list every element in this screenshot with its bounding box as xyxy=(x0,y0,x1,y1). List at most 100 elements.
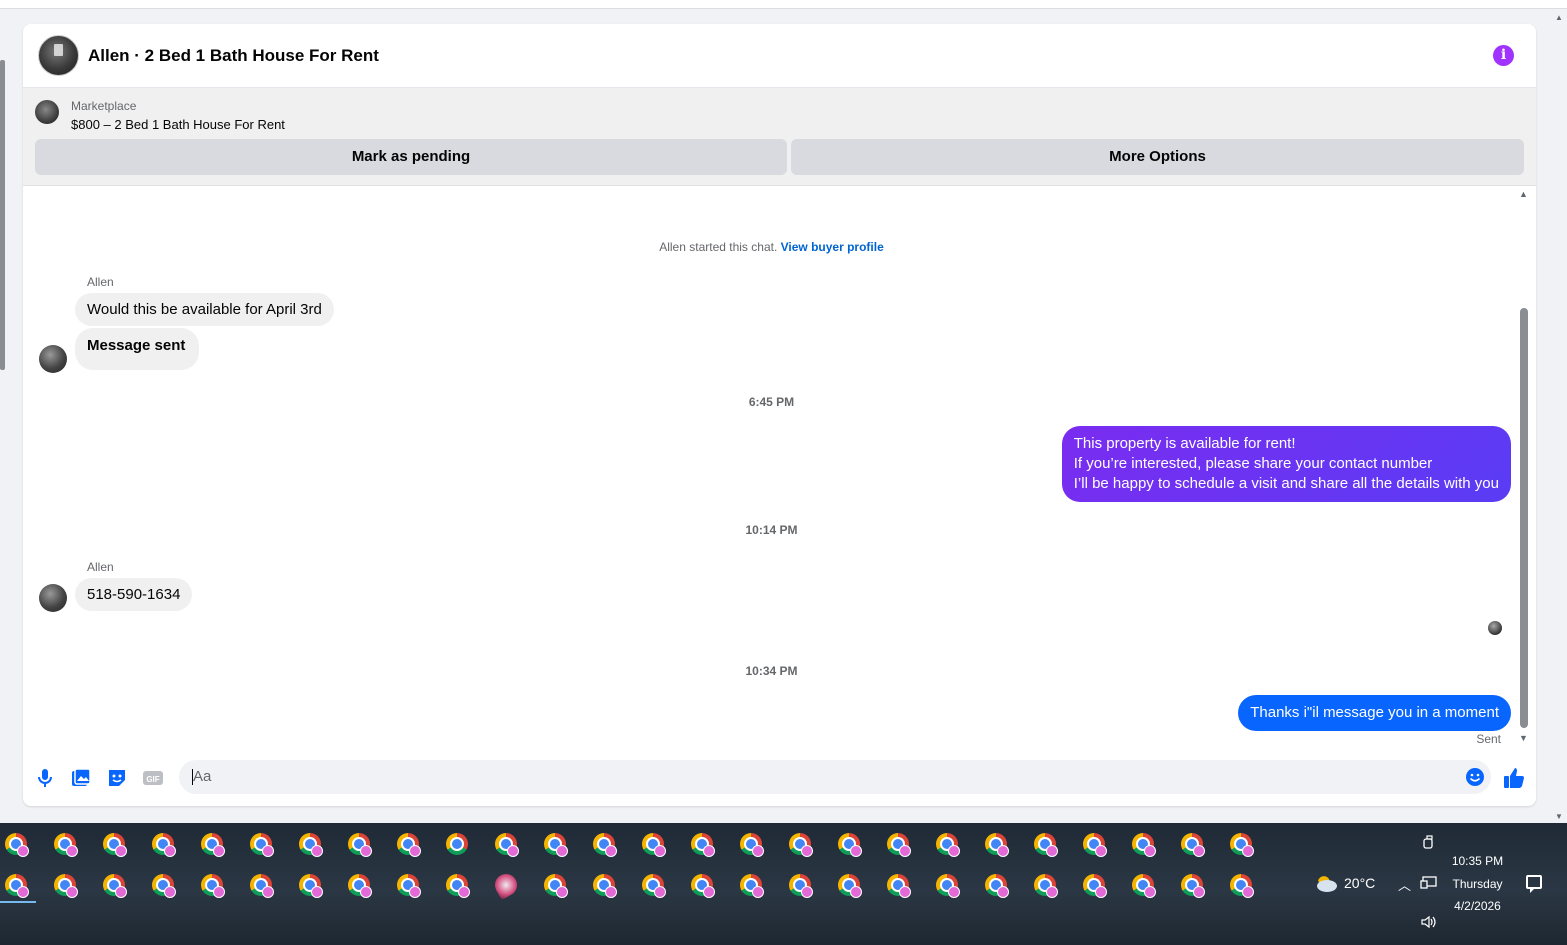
thread-scroll-up-icon[interactable]: ▲ xyxy=(1519,189,1528,199)
chrome-profile-icon[interactable] xyxy=(838,833,862,857)
incoming-message[interactable]: Message sent xyxy=(75,328,200,370)
chrome-profile-icon[interactable] xyxy=(5,874,29,898)
message-timestamp: 6:45 PM xyxy=(748,395,795,409)
chrome-profile-icon[interactable] xyxy=(544,833,568,857)
show-hidden-icons-icon[interactable]: ︿ xyxy=(1398,875,1411,894)
chrome-profile-icon[interactable] xyxy=(691,874,715,898)
sender-name: Allen xyxy=(87,275,114,289)
clock-date[interactable]: 4/2/2026 xyxy=(1440,899,1515,913)
chrome-profile-icon[interactable] xyxy=(348,874,372,898)
incoming-message[interactable]: Would this be available for April 3rd xyxy=(75,293,334,326)
message-input[interactable]: Aa xyxy=(179,760,1491,794)
thread-scrollbar[interactable]: ▲ ▼ xyxy=(1518,187,1530,747)
chrome-profile-icon[interactable] xyxy=(446,833,468,855)
conversation-title[interactable]: Allen · 2 Bed 1 Bath House For Rent xyxy=(88,46,379,66)
network-icon[interactable] xyxy=(1420,876,1438,890)
chrome-profile-icon[interactable] xyxy=(397,833,421,857)
app-icon[interactable] xyxy=(490,869,522,901)
chrome-profile-icon[interactable] xyxy=(642,874,666,898)
chrome-profile-icon[interactable] xyxy=(985,874,1009,898)
weather-temperature[interactable]: 20°C xyxy=(1344,875,1375,891)
chrome-profile-icon[interactable] xyxy=(1083,874,1107,898)
chrome-profile-icon[interactable] xyxy=(1181,874,1205,898)
chrome-profile-icon[interactable] xyxy=(887,874,911,898)
volume-icon[interactable] xyxy=(1420,914,1438,930)
photo-icon[interactable] xyxy=(70,767,92,789)
clock-day[interactable]: Thursday xyxy=(1440,877,1515,891)
message-input-placeholder: Aa xyxy=(193,768,212,785)
thumbs-up-icon[interactable] xyxy=(1502,766,1526,790)
listing-thumbnail[interactable] xyxy=(35,100,59,124)
chrome-profile-icon[interactable] xyxy=(1034,833,1058,857)
outgoing-message[interactable]: Thanks i"il message you in a moment xyxy=(1238,695,1511,731)
chrome-profile-icon[interactable] xyxy=(544,874,568,898)
chrome-profile-icon[interactable] xyxy=(985,833,1009,857)
chrome-profile-icon[interactable] xyxy=(201,833,225,857)
left-scrollbar-thumb[interactable] xyxy=(0,60,5,370)
chrome-profile-icon[interactable] xyxy=(789,874,813,898)
microphone-icon[interactable] xyxy=(34,767,56,789)
scroll-up-arrow-icon[interactable]: ▲ xyxy=(1555,13,1563,22)
chrome-profile-icon[interactable] xyxy=(54,874,78,898)
chrome-profile-icon[interactable] xyxy=(740,833,764,857)
listing-title[interactable]: $800 – 2 Bed 1 Bath House For Rent xyxy=(71,117,285,132)
chrome-profile-icon[interactable] xyxy=(740,874,764,898)
clock-time[interactable]: 10:35 PM xyxy=(1440,854,1515,868)
chrome-profile-icon[interactable] xyxy=(1230,833,1254,857)
chrome-profile-icon[interactable] xyxy=(1132,874,1156,898)
sender-avatar[interactable] xyxy=(39,345,67,373)
sticker-icon[interactable] xyxy=(106,767,128,789)
sender-avatar[interactable] xyxy=(39,584,67,612)
chrome-profile-icon[interactable] xyxy=(642,833,666,857)
chrome-profile-icon[interactable] xyxy=(1181,833,1205,857)
scroll-down-arrow-icon[interactable]: ▼ xyxy=(1555,812,1563,821)
incoming-message[interactable]: 518-590-1634 xyxy=(75,578,193,611)
chrome-profile-icon[interactable] xyxy=(152,874,176,898)
chrome-profile-icon[interactable] xyxy=(936,874,960,898)
chrome-profile-icon[interactable] xyxy=(201,874,225,898)
message-thread: ▲ ▼ Allen started this chat. View buyer … xyxy=(23,187,1536,747)
chrome-profile-icon[interactable] xyxy=(54,833,78,857)
thread-scrollbar-thumb[interactable] xyxy=(1520,308,1528,728)
chrome-profile-icon[interactable] xyxy=(1230,874,1254,898)
chrome-profile-icon[interactable] xyxy=(593,874,617,898)
mark-as-pending-button[interactable]: Mark as pending xyxy=(35,139,787,175)
more-options-button[interactable]: More Options xyxy=(791,139,1524,175)
weather-icon[interactable] xyxy=(1312,873,1338,893)
chrome-profile-icon[interactable] xyxy=(1083,833,1107,857)
outgoing-message[interactable]: This property is available for rent! If … xyxy=(1061,426,1511,502)
chrome-profile-icon[interactable] xyxy=(299,833,323,857)
chrome-profile-icon[interactable] xyxy=(250,833,274,857)
gif-icon[interactable]: GIF xyxy=(142,767,164,789)
page-scrollbar[interactable]: ▲ ▼ xyxy=(1551,9,1567,823)
marketplace-label: Marketplace xyxy=(71,99,137,113)
chrome-profile-icon[interactable] xyxy=(1132,833,1156,857)
info-icon[interactable]: i xyxy=(1493,45,1514,66)
conversation-avatar[interactable] xyxy=(38,35,79,76)
chrome-profile-icon[interactable] xyxy=(103,874,127,898)
view-buyer-profile-link[interactable]: View buyer profile xyxy=(781,240,884,254)
chrome-profile-icon[interactable] xyxy=(446,874,470,898)
chrome-profile-icon[interactable] xyxy=(152,833,176,857)
chrome-profile-icon[interactable] xyxy=(397,874,421,898)
thread-scroll-down-icon[interactable]: ▼ xyxy=(1519,733,1528,743)
chrome-profile-icon[interactable] xyxy=(495,833,519,857)
chrome-profile-icon[interactable] xyxy=(5,833,29,857)
chrome-profile-icon[interactable] xyxy=(299,874,323,898)
chrome-profile-icon[interactable] xyxy=(1034,874,1058,898)
meet-now-icon[interactable] xyxy=(1421,835,1437,851)
notifications-icon[interactable] xyxy=(1526,875,1542,893)
chrome-profile-icon[interactable] xyxy=(348,833,372,857)
message-composer: GIF Aa xyxy=(23,754,1536,800)
chrome-profile-icon[interactable] xyxy=(250,874,274,898)
chrome-profile-icon[interactable] xyxy=(936,833,960,857)
chrome-profile-icon[interactable] xyxy=(887,833,911,857)
chrome-profile-icon[interactable] xyxy=(838,874,862,898)
chrome-profile-icon[interactable] xyxy=(103,833,127,857)
chrome-profile-icon[interactable] xyxy=(789,833,813,857)
emoji-icon[interactable] xyxy=(1465,767,1485,787)
chrome-profile-icon[interactable] xyxy=(691,833,715,857)
gif-label: GIF xyxy=(146,775,159,784)
conversation-panel: Allen · 2 Bed 1 Bath House For Rent i Ma… xyxy=(23,24,1536,806)
chrome-profile-icon[interactable] xyxy=(593,833,617,857)
